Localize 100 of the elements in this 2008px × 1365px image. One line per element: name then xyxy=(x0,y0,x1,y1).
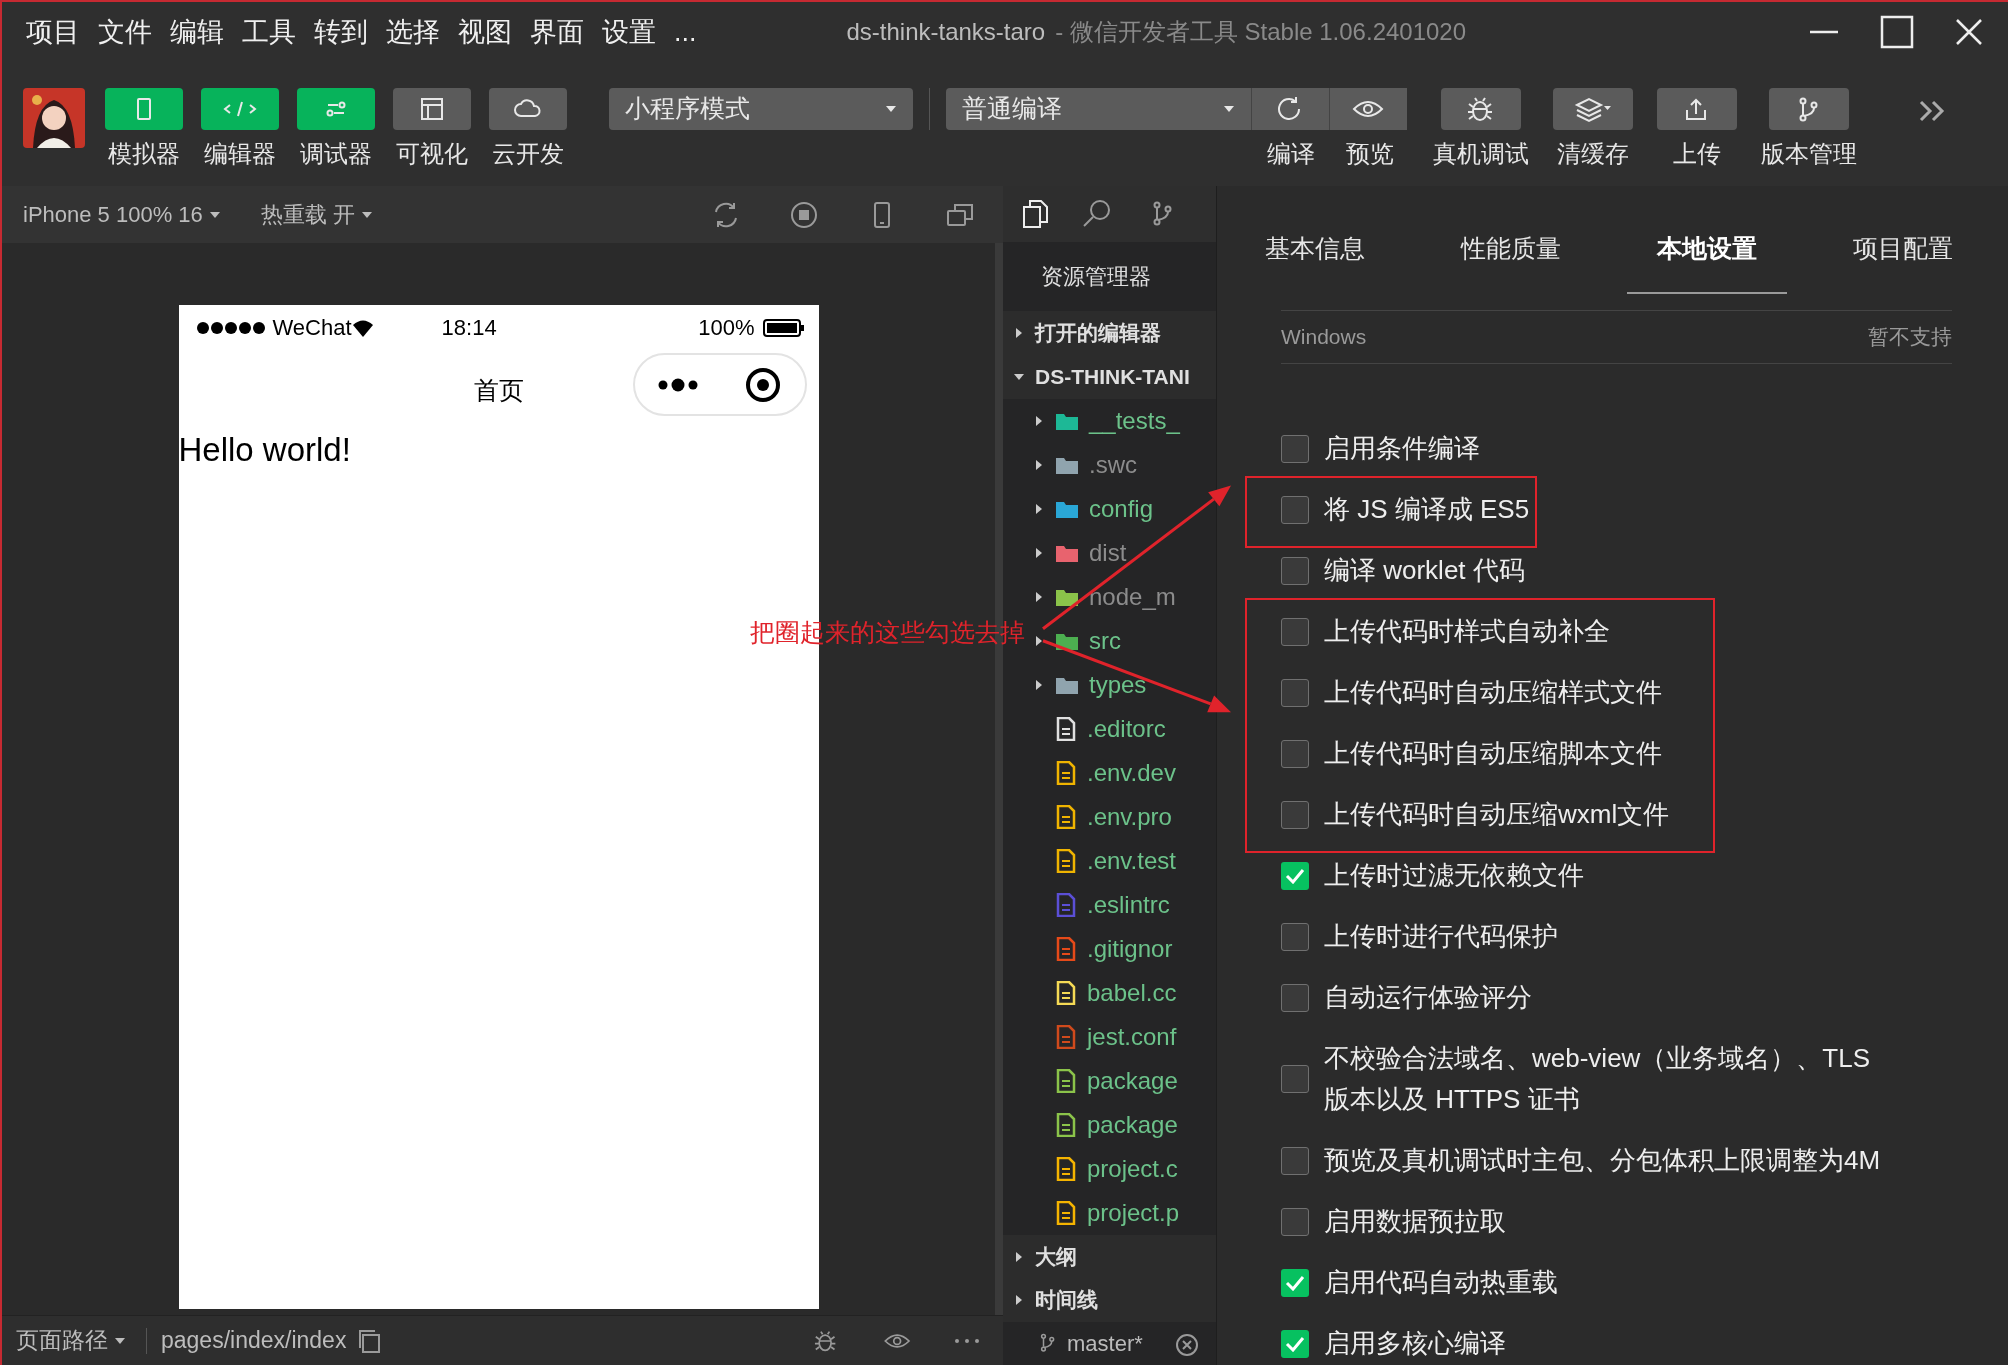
checkbox[interactable] xyxy=(1281,861,1309,890)
menu-item[interactable]: 转到 xyxy=(314,11,368,53)
option-label: 上传时过滤无依赖文件 xyxy=(1324,859,1584,892)
view-toggle-button[interactable] xyxy=(201,88,279,130)
file-name[interactable]: package xyxy=(1087,1107,1178,1144)
branch-name[interactable]: master* xyxy=(1067,1326,1143,1360)
more-dots-icon[interactable] xyxy=(658,377,698,392)
file-name[interactable]: .env.dev xyxy=(1087,755,1176,792)
button-label: 真机调试 xyxy=(1433,139,1529,169)
menu-item[interactable]: 编辑 xyxy=(170,11,224,53)
file-name[interactable]: .gitignor xyxy=(1087,931,1173,968)
file-name[interactable]: src xyxy=(1089,623,1121,660)
dropdown-button[interactable] xyxy=(1553,88,1633,130)
option-label: 上传代码时自动压缩wxml文件 xyxy=(1324,798,1670,831)
stop-icon[interactable] xyxy=(789,199,819,230)
button-label: 清缓存 xyxy=(1557,139,1629,169)
wifi-icon xyxy=(351,318,374,337)
checkbox[interactable] xyxy=(1281,922,1309,951)
toolbar-button[interactable] xyxy=(1657,88,1737,130)
checkbox[interactable] xyxy=(1281,1207,1309,1236)
target-icon[interactable] xyxy=(745,366,781,403)
file-name[interactable]: .env.pro xyxy=(1087,799,1172,836)
menu-item[interactable]: 文件 xyxy=(98,11,152,53)
checkbox[interactable] xyxy=(1281,983,1309,1012)
file-name[interactable]: config xyxy=(1089,491,1154,528)
close-icon[interactable] xyxy=(1954,17,1984,47)
checkbox[interactable] xyxy=(1281,617,1309,646)
toolbar-button[interactable] xyxy=(1329,88,1407,130)
option-label: 将 JS 编译成 ES5 xyxy=(1324,493,1530,526)
option-label: 预览及真机调试时主包、分包体积上限调整为4M xyxy=(1324,1144,1881,1177)
button-label: 编辑器 xyxy=(204,139,276,169)
view-toggle-button[interactable] xyxy=(393,88,471,130)
file-name[interactable]: jest.conf xyxy=(1087,1019,1177,1056)
button-label: 调试器 xyxy=(300,139,372,169)
view-toggle-button[interactable] xyxy=(489,88,567,130)
menu-item[interactable]: 工具 xyxy=(242,11,296,53)
hot-reload-select[interactable]: 热重载 开 xyxy=(260,198,373,231)
battery-icon xyxy=(762,317,805,338)
menu-item[interactable]: 选择 xyxy=(386,11,440,53)
option-label: 编译 worklet 代码 xyxy=(1324,554,1525,587)
menu-item[interactable]: 项目 xyxy=(26,11,80,53)
file-name[interactable]: project.p xyxy=(1087,1195,1180,1232)
settings-tab[interactable]: 性能质量 xyxy=(1413,186,1609,296)
settings-tab[interactable]: 基本信息 xyxy=(1217,186,1413,296)
checkbox[interactable] xyxy=(1281,800,1309,829)
file-name[interactable]: project.c xyxy=(1087,1151,1178,1188)
menu-item[interactable]: 视图 xyxy=(458,11,512,53)
checkbox[interactable] xyxy=(1281,739,1309,768)
file-name[interactable]: .editorc xyxy=(1087,711,1166,748)
menu-item[interactable]: 界面 xyxy=(530,11,584,53)
file-name[interactable]: babel.cc xyxy=(1087,975,1177,1012)
file-name[interactable]: types xyxy=(1089,667,1147,704)
file-name[interactable]: dist xyxy=(1089,535,1127,572)
settings-tab[interactable]: 本地设置 xyxy=(1609,186,1805,296)
button-label: 可视化 xyxy=(396,139,468,169)
checkbox[interactable] xyxy=(1281,1268,1309,1297)
checkbox[interactable] xyxy=(1281,495,1309,524)
menu-item[interactable]: ... xyxy=(674,11,697,53)
toolbar-button[interactable] xyxy=(1251,88,1329,130)
file-name[interactable]: package xyxy=(1087,1063,1178,1100)
file-name[interactable]: .swc xyxy=(1089,447,1137,484)
checkbox[interactable] xyxy=(1281,678,1309,707)
view-toggle-button[interactable] xyxy=(105,88,183,130)
signal-icon xyxy=(196,320,267,335)
toolbar-button[interactable] xyxy=(1441,88,1521,130)
caret-icon xyxy=(885,105,897,113)
avatar[interactable] xyxy=(23,88,85,148)
option-label: 上传代码时自动压缩脚本文件 xyxy=(1324,737,1662,770)
checkbox[interactable] xyxy=(1281,1146,1309,1175)
page-path: pages/index/index xyxy=(161,1326,347,1356)
checkbox[interactable] xyxy=(1281,434,1309,463)
device-select[interactable]: iPhone 5 100% 16 xyxy=(23,198,221,231)
file-name[interactable]: node_m xyxy=(1089,579,1176,616)
view-toggle-button[interactable] xyxy=(297,88,375,130)
toolbar-button[interactable] xyxy=(1769,88,1849,130)
checkbox[interactable] xyxy=(1281,1329,1309,1358)
panel-title: 资源管理器 xyxy=(1040,263,1152,292)
checkbox[interactable] xyxy=(1281,556,1309,585)
capsule-menu[interactable] xyxy=(632,353,807,416)
settings-tab[interactable]: 项目配置 xyxy=(1805,186,2001,296)
checkbox[interactable] xyxy=(1281,1065,1309,1093)
carrier-name: WeChat xyxy=(272,314,352,342)
file-name[interactable]: __tests_ xyxy=(1089,403,1180,440)
maximize-icon[interactable] xyxy=(1880,15,1914,49)
page-path-select[interactable]: 页面路径 xyxy=(16,1323,126,1358)
section-header[interactable]: 大纲 xyxy=(1035,1240,1077,1273)
page-title: 首页 xyxy=(473,375,524,407)
option-label: 不校验合法域名、web-view（业务域名）、TLS 版本以及 HTTPS 证书 xyxy=(1324,1042,1871,1116)
option-label: 启用条件编译 xyxy=(1324,432,1480,465)
close-circle-icon[interactable] xyxy=(1174,1333,1199,1358)
battery-percent: 100% xyxy=(698,314,755,342)
button-label: 云开发 xyxy=(492,139,564,169)
file-name[interactable]: .env.test xyxy=(1087,843,1176,880)
menu-item[interactable]: 设置 xyxy=(602,11,656,53)
platform-value: 暂不支持 xyxy=(1868,324,1952,351)
double-chevron-icon[interactable] xyxy=(1917,98,1947,123)
file-name[interactable]: .eslintrc xyxy=(1087,887,1170,924)
mode-select[interactable]: 小程序模式 xyxy=(609,88,913,130)
compile-select[interactable]: 普通编译 xyxy=(946,88,1251,130)
button-label: 预览 xyxy=(1344,139,1395,169)
